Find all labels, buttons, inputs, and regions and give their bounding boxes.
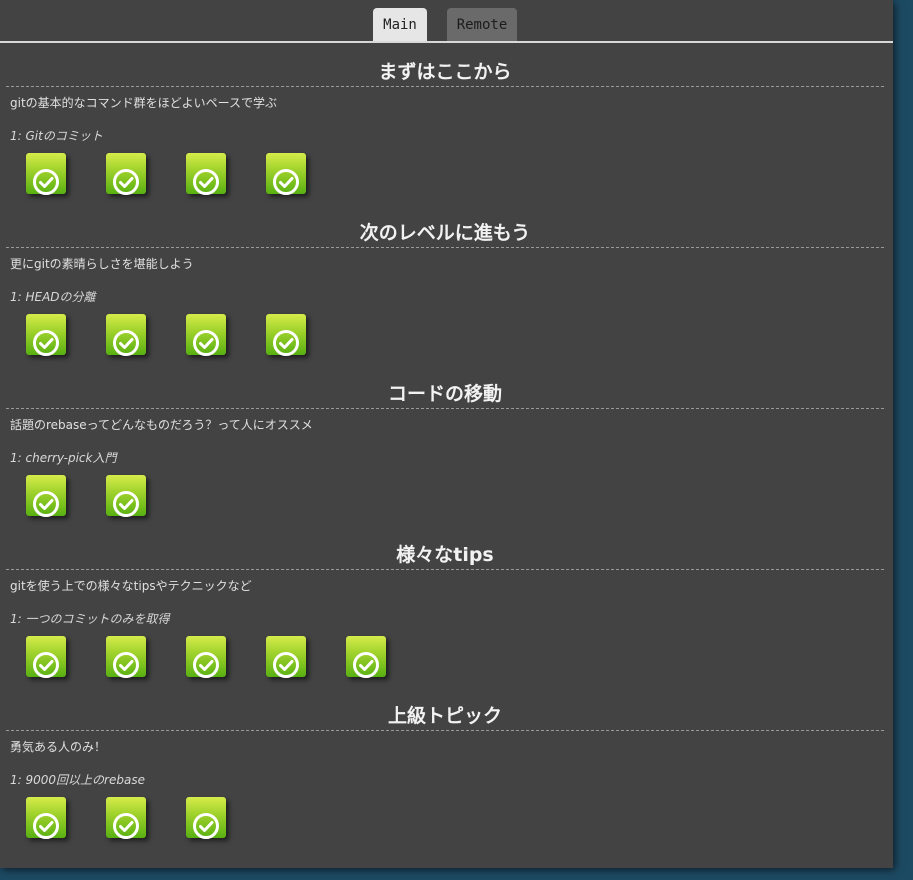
check-circle-icon (273, 652, 299, 678)
check-circle-icon (113, 491, 139, 517)
check-circle-icon (113, 330, 139, 356)
check-circle-icon (273, 169, 299, 195)
level-icon[interactable] (106, 314, 146, 356)
level-dialog: Main Remote まずはここから gitの基本的なコマンド群をほどよいペー… (0, 0, 893, 868)
level-icon[interactable] (106, 797, 146, 839)
check-circle-icon (113, 813, 139, 839)
level-icon[interactable] (266, 636, 306, 678)
check-circle-icon (193, 330, 219, 356)
check-circle-icon (33, 813, 59, 839)
selected-level-name: 1: cherry-pick入門 (10, 451, 117, 465)
sequence-description: gitを使う上での様々なtipsやテクニックなど (10, 579, 252, 593)
sequence-title: コードの移動 (6, 380, 884, 409)
sequence-description: 勇気ある人のみ！ (10, 740, 107, 754)
sequence-description: 話題のrebaseってどんなものだろう？って人にオススメ (10, 418, 313, 432)
sequence-title: 様々なtips (6, 541, 884, 570)
tab-main[interactable]: Main (373, 8, 427, 41)
check-circle-icon (193, 813, 219, 839)
level-icon[interactable] (106, 475, 146, 517)
tab-bar: Main Remote (0, 0, 893, 43)
level-icon[interactable] (186, 636, 226, 678)
sequence-description: 更にgitの素晴らしさを堪能しよう (10, 257, 194, 271)
level-icon[interactable] (186, 153, 226, 195)
level-icon[interactable] (26, 797, 66, 839)
level-icon[interactable] (26, 475, 66, 517)
check-circle-icon (33, 330, 59, 356)
sequence-description: gitの基本的なコマンド群をほどよいペースで学ぶ (10, 96, 278, 110)
level-icon[interactable] (346, 636, 386, 678)
check-circle-icon (273, 330, 299, 356)
level-icon[interactable] (186, 797, 226, 839)
level-icon[interactable] (106, 153, 146, 195)
selected-level-name: 1: HEADの分離 (10, 290, 96, 304)
level-icon[interactable] (266, 314, 306, 356)
level-icon[interactable] (26, 153, 66, 195)
selected-level-name: 1: Gitのコミット (10, 129, 103, 143)
sequence-title: まずはここから (6, 58, 884, 87)
level-icon[interactable] (26, 314, 66, 356)
check-circle-icon (113, 652, 139, 678)
check-circle-icon (353, 652, 379, 678)
level-icon[interactable] (26, 636, 66, 678)
level-icon[interactable] (266, 153, 306, 195)
level-icon[interactable] (106, 636, 146, 678)
sequence-title: 次のレベルに進もう (6, 219, 884, 248)
tab-remote[interactable]: Remote (447, 8, 517, 41)
check-circle-icon (193, 652, 219, 678)
selected-level-name: 1: 一つのコミットのみを取得 (10, 612, 170, 626)
check-circle-icon (113, 169, 139, 195)
check-circle-icon (33, 169, 59, 195)
sequence-title: 上級トピック (6, 702, 884, 731)
level-icon[interactable] (186, 314, 226, 356)
check-circle-icon (33, 491, 59, 517)
check-circle-icon (33, 652, 59, 678)
selected-level-name: 1: 9000回以上のrebase (10, 773, 145, 787)
check-circle-icon (193, 169, 219, 195)
